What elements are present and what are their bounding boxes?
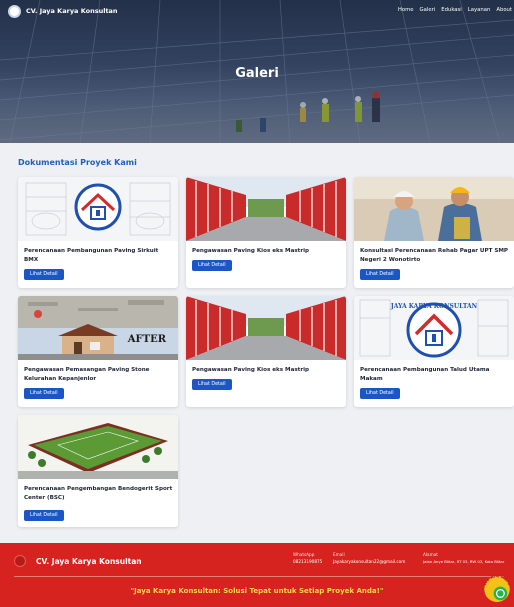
nav-home[interactable]: Home — [398, 7, 414, 13]
gallery-card: Pengawasan Paving Kios eks Mastrip Lihat… — [186, 177, 346, 288]
gallery-card: Perencanaan Pengembangan Bendogerit Spor… — [18, 415, 178, 527]
footer-email-value[interactable]: Jayakaryakonsultan22@gmail.com — [333, 559, 405, 564]
gallery-card: JAYA KARYA KONSULTAN Perencanaan Pembang… — [354, 296, 514, 407]
footer-address: Alamat Jalan Anye Blitar, RT 03, RW 03, … — [423, 552, 504, 564]
footer-whatsapp-label: WhatsApp — [293, 552, 315, 557]
card-title: Perencanaan Pembangunan Talud Utama Maka… — [360, 367, 490, 382]
card-image-kiosk — [186, 177, 346, 241]
nav-about[interactable]: About — [496, 7, 512, 13]
footer-tagline: "Jaya Karya Konsultan: Solusi Tepat untu… — [130, 587, 384, 595]
card-title: Perencanaan Pengembangan Bendogerit Spor… — [24, 486, 173, 501]
detail-button[interactable]: Lihat Detail — [360, 388, 400, 399]
card-title: Pengawasan Pemasangan Paving Stone Kelur… — [24, 367, 150, 382]
card-title: Pengawasan Paving Kios eks Mastrip — [192, 367, 310, 373]
nav-galeri[interactable]: Galeri — [420, 7, 436, 13]
footer-email-label: Email — [333, 552, 345, 557]
nav-layanan[interactable]: Layanan — [468, 7, 491, 13]
card-title: Perencanaan Pembangunan Paving Sirkuit B… — [24, 248, 159, 263]
detail-button[interactable]: Lihat Detail — [24, 269, 64, 280]
navbar: CV. Jaya Karya Konsultan Home Galeri Edu… — [0, 0, 514, 22]
nav-links: Home Galeri Edukasi Layanan About — [398, 7, 512, 13]
footer: CV. Jaya Karya Konsultan WhatsApp 082131… — [0, 543, 514, 607]
detail-button[interactable]: Lihat Detail — [360, 269, 400, 280]
footer-address-value: Jalan Anye Blitar, RT 03, RW 03, Kota Bl… — [423, 559, 505, 564]
logo-text: JAYA KARYA KONSULTAN — [390, 303, 478, 310]
footer-whatsapp-value[interactable]: 08213190875 — [293, 559, 322, 564]
detail-button[interactable]: Lihat Detail — [192, 260, 232, 271]
page-title: Galeri — [235, 66, 279, 81]
card-image-logo — [18, 177, 178, 241]
card-title: Pengawasan Paving Kios eks Mastrip — [192, 248, 310, 254]
footer-whatsapp: WhatsApp 08213190875 — [293, 552, 322, 564]
footer-company-name: CV. Jaya Karya Konsultan — [36, 557, 142, 566]
card-image-caption: AFTER — [127, 334, 167, 345]
section-heading: Dokumentasi Proyek Kami — [18, 158, 137, 167]
whatsapp-chat-badge[interactable]: We Are Here — [480, 568, 514, 607]
whatsapp-icon[interactable] — [493, 586, 508, 601]
detail-button[interactable]: Lihat Detail — [24, 388, 64, 399]
footer-email: Email Jayakaryakonsultan22@gmail.com — [333, 552, 405, 564]
footer-address-label: Alamat — [423, 552, 438, 557]
gallery-card: Konsultasi Perencanaan Rehab Pagar UPT S… — [354, 177, 514, 288]
card-image-logo: JAYA KARYA KONSULTAN — [354, 296, 514, 360]
nav-edukasi[interactable]: Edukasi — [441, 7, 462, 13]
card-image-sport-center — [18, 415, 178, 479]
footer-divider — [14, 576, 504, 577]
brand-name[interactable]: CV. Jaya Karya Konsultan — [26, 7, 118, 15]
gallery-card: Perencanaan Pembangunan Paving Sirkuit B… — [18, 177, 178, 288]
gallery-card: AFTER Pengawasan Pemasangan Paving Stone… — [18, 296, 178, 407]
card-image-engineers — [354, 177, 514, 241]
hero-banner: CV. Jaya Karya Konsultan Home Galeri Edu… — [0, 0, 514, 143]
card-title: Konsultasi Perencanaan Rehab Pagar UPT S… — [360, 248, 509, 263]
brand-logo-icon[interactable] — [8, 4, 21, 18]
card-image-before-after: AFTER — [18, 296, 178, 360]
gallery-card: Pengawasan Paving Kios eks Mastrip Lihat… — [186, 296, 346, 407]
card-image-kiosk — [186, 296, 346, 360]
detail-button[interactable]: Lihat Detail — [24, 510, 64, 521]
footer-logo-icon — [14, 555, 26, 567]
detail-button[interactable]: Lihat Detail — [192, 379, 232, 390]
